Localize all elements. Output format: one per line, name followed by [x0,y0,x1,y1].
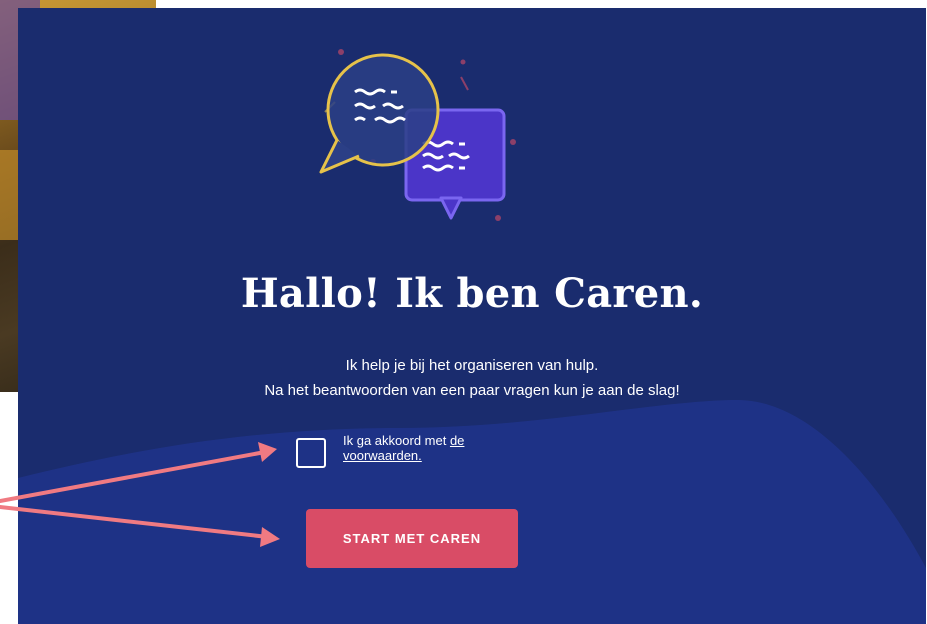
terms-link-part-1[interactable]: de [450,433,464,448]
terms-consent: Ik ga akkoord met de voorwaarden. [296,433,543,473]
chat-bubbles-illustration [319,49,516,221]
intro-text: Ik help je bij het organiseren van hulp.… [18,353,926,403]
terms-label-prefix: Ik ga akkoord met [343,433,450,448]
intro-line-2: Na het beantwoorden van een paar vragen … [264,382,680,399]
start-button[interactable]: START MET CAREN [306,509,518,568]
welcome-panel: Hallo! Ik ben Caren. Ik help je bij het … [18,8,926,624]
terms-link-part-2[interactable]: voorwaarden. [343,448,422,463]
terms-checkbox[interactable] [296,438,326,468]
terms-label: Ik ga akkoord met de voorwaarden. [343,433,543,463]
page-title: Hallo! Ik ben Caren. [240,270,704,317]
intro-line-1: Ik help je bij het organiseren van hulp. [345,357,599,374]
